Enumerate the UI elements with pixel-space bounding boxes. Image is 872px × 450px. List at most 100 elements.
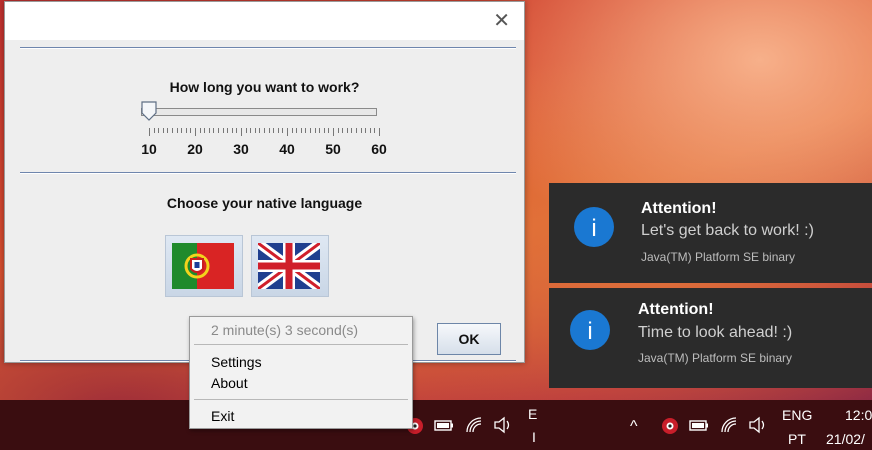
slider-tick	[158, 128, 160, 133]
divider	[20, 47, 516, 49]
slider-tick	[181, 128, 183, 133]
clock-date[interactable]: 21/02/	[826, 431, 865, 447]
slider-tick	[259, 128, 261, 133]
slider-tick	[149, 128, 150, 136]
uk-flag-icon	[258, 243, 320, 289]
slider-tick	[236, 128, 238, 133]
wifi-icon[interactable]	[720, 416, 740, 434]
portugal-flag-icon	[172, 243, 234, 289]
slider-tick	[374, 128, 376, 133]
slider-tick	[300, 128, 302, 133]
slider-tick	[176, 128, 178, 133]
slider-tick	[185, 128, 187, 133]
battery-icon[interactable]	[433, 417, 455, 433]
show-hidden-icons-chevron[interactable]: ^	[630, 418, 638, 436]
slider-tick	[360, 128, 362, 133]
slider-tick	[346, 128, 348, 133]
slider-tick	[204, 128, 206, 133]
slider-tick	[351, 128, 353, 133]
settings-menu-item[interactable]: Settings	[211, 354, 262, 370]
slider-tick	[264, 128, 265, 133]
slider-tick	[328, 128, 330, 133]
divider	[20, 172, 516, 174]
slider-tick	[172, 128, 173, 133]
language-indicator-top[interactable]: E	[528, 406, 537, 422]
slider-tick	[296, 128, 298, 133]
slider-tick	[254, 128, 256, 133]
slider-tick	[291, 128, 293, 133]
about-menu-item[interactable]: About	[211, 375, 248, 391]
slider-tick-label: 50	[325, 141, 341, 157]
notification-message: Time to look ahead! :)	[638, 324, 793, 341]
info-icon: i	[570, 310, 610, 350]
slider-tick	[241, 128, 242, 136]
slider-thumb[interactable]	[141, 101, 157, 121]
info-icon: i	[574, 207, 614, 247]
slider-tick-label: 60	[371, 141, 387, 157]
slider-tick	[310, 128, 311, 133]
exit-menu-item[interactable]: Exit	[211, 408, 234, 424]
portuguese-language-button[interactable]	[165, 235, 243, 297]
work-duration-slider[interactable]	[141, 108, 377, 116]
clock-time[interactable]: 12:0	[845, 407, 872, 423]
slider-tick	[218, 128, 219, 133]
slider-tick	[342, 128, 344, 133]
slider-tick	[323, 128, 325, 133]
notification-message: Let's get back to work! :)	[641, 222, 814, 239]
title-bar: ✕	[5, 2, 524, 40]
slider-tick	[369, 128, 371, 133]
slider-tick	[199, 128, 201, 133]
battery-icon[interactable]	[688, 417, 710, 433]
language-indicator-top[interactable]: ENG	[782, 407, 812, 423]
menu-separator	[194, 399, 408, 400]
slider-tick	[356, 128, 357, 133]
volume-icon[interactable]	[493, 416, 513, 434]
slider-tick	[365, 128, 367, 133]
english-language-button[interactable]	[251, 235, 329, 297]
notification-toast[interactable]: i Attention! Time to look ahead! :) Java…	[549, 288, 872, 388]
slider-tick	[305, 128, 307, 133]
notification-title: Attention!	[641, 200, 717, 217]
slider-tick-label: 10	[141, 141, 157, 157]
taskbar: E I ^ ENG PT 12:0 21/02/	[0, 400, 872, 450]
timer-display: 2 minute(s) 3 second(s)	[211, 322, 359, 338]
notification-source: Java(TM) Platform SE binary	[641, 250, 796, 264]
slider-tick	[167, 128, 169, 133]
slider-tick	[227, 128, 229, 133]
slider-tick	[319, 128, 321, 133]
slider-tick	[287, 128, 288, 136]
slider-tick	[162, 128, 164, 133]
slider-tick	[245, 128, 247, 133]
language-indicator-bottom[interactable]: PT	[788, 431, 806, 447]
slider-tick	[153, 128, 155, 133]
slider-tick	[213, 128, 215, 133]
app-dialog: ✕ How long you want to work? Choose your…	[4, 1, 525, 363]
slider-tick	[314, 128, 316, 133]
slider-tick	[250, 128, 252, 133]
slider-tick	[337, 128, 339, 133]
slider-tick	[379, 128, 380, 136]
language-label: Choose your native language	[166, 195, 363, 211]
slider-tick-label: 30	[233, 141, 249, 157]
work-duration-label: How long you want to work?	[169, 79, 360, 95]
close-button[interactable]: ✕	[493, 11, 510, 31]
slider-tick	[195, 128, 196, 136]
notification-source: Java(TM) Platform SE binary	[638, 351, 793, 365]
slider-tick	[222, 128, 224, 133]
slider-ticks	[149, 128, 380, 136]
app-tray-icon[interactable]	[659, 416, 681, 436]
slider-tick	[333, 128, 334, 136]
slider-tick-label: 20	[187, 141, 203, 157]
ok-button[interactable]: OK	[437, 323, 501, 355]
slider-tick	[208, 128, 210, 133]
slider-tick	[282, 128, 284, 133]
slider-tick	[268, 128, 270, 133]
language-indicator-bottom[interactable]: I	[532, 429, 536, 445]
slider-tick	[231, 128, 233, 133]
notification-title: Attention!	[638, 301, 714, 318]
wifi-icon[interactable]	[465, 416, 485, 434]
slider-tick	[273, 128, 275, 133]
slider-tick	[190, 128, 192, 133]
volume-icon[interactable]	[748, 416, 768, 434]
notification-toast[interactable]: i Attention! Let's get back to work! :) …	[549, 183, 872, 283]
